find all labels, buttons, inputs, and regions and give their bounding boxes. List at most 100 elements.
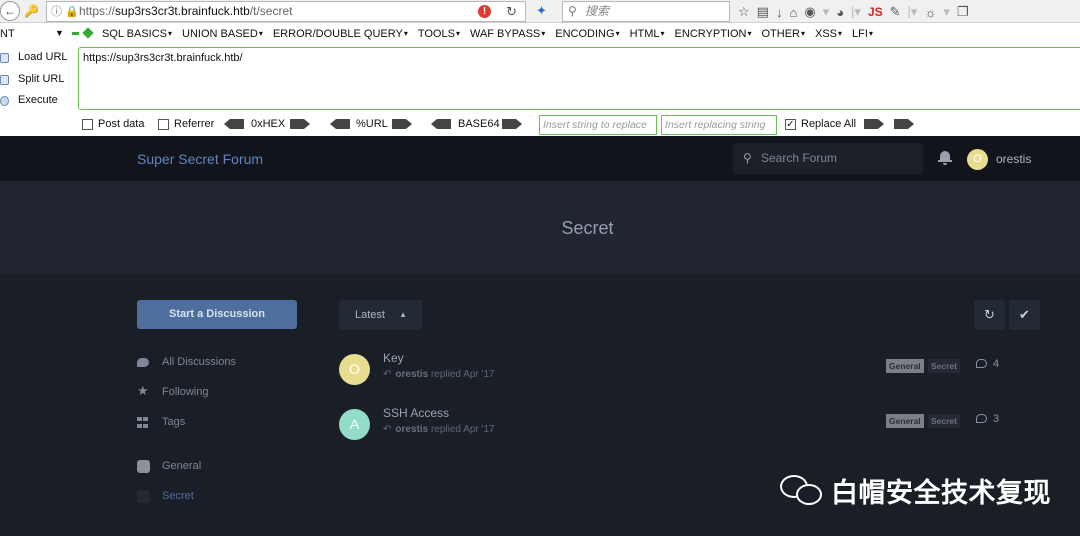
menu-union-based[interactable]: UNION BASED (182, 28, 263, 40)
replacing-string-input[interactable]: Insert replacing string (661, 115, 777, 135)
wechat-logo-icon (780, 473, 824, 507)
tag-color-swatch (137, 460, 150, 473)
author-avatar[interactable]: O (339, 354, 370, 385)
url-prefix: https:// (79, 4, 116, 18)
refresh-button[interactable]: ↻ (974, 300, 1005, 330)
discussion-title[interactable]: Key (383, 351, 404, 365)
browser-search-input[interactable]: ⚲ 搜索 (562, 1, 730, 22)
menu-xss[interactable]: XSS (815, 28, 842, 40)
hackbar-panel: NT ▼ SQL BASICS UNION BASED ERROR/DOUBLE… (0, 23, 1080, 136)
globe-icon[interactable]: ◉ (804, 4, 815, 20)
toolbar-icons: ☆ ▤ ↓ ⌂ ◉ ▾ ◕ |▾ JS ✎ |▾ ☼ ▾ ❐ (738, 4, 969, 20)
menu-sql-basics[interactable]: SQL BASICS (102, 28, 172, 40)
checkmark-icon: ✓ (785, 118, 796, 130)
tag-badge-secret: Secret (928, 414, 960, 428)
menu-lfi[interactable]: LFI (852, 28, 873, 40)
split-url-button[interactable]: Split URL (0, 69, 75, 91)
js-toggle-icon[interactable]: JS (868, 5, 883, 19)
base64-label: BASE64 (458, 118, 500, 130)
referrer-checkbox[interactable]: Referrer (158, 118, 214, 130)
reading-list-icon[interactable]: ▤ (757, 4, 769, 20)
back-button[interactable]: ← (0, 1, 20, 21)
execute-icon (0, 96, 9, 106)
bird-extension-icon[interactable]: ✦ (536, 3, 554, 19)
reload-icon[interactable]: ↻ (506, 2, 517, 21)
discussion-item[interactable]: A SSH Access ↶ orestis replied Apr '17 Ge… (339, 406, 1059, 443)
hackbar-url-textarea[interactable]: https://sup3rs3cr3t.brainfuck.htb/ (78, 47, 1080, 110)
notifications-bell-icon[interactable] (938, 151, 952, 165)
chat-bubble-icon (137, 358, 149, 367)
discussion-item[interactable]: O Key ↶ orestis replied Apr '17 General S… (339, 351, 1059, 388)
hackbar-actions: Load URL Split URL Execute (0, 47, 75, 112)
star-icon: ★ (137, 383, 149, 398)
start-discussion-button[interactable]: Start a Discussion (137, 300, 297, 329)
discussion-meta: ↶ orestis replied Apr '17 (383, 369, 495, 380)
browser-navbar: ← 🔑 ⓘ 🔒https://sup3rs3cr3t.brainfuck.htb/… (0, 0, 1080, 23)
download-icon[interactable]: ↓ (776, 5, 783, 20)
tag-color-swatch (137, 490, 150, 503)
load-url-button[interactable]: Load URL (0, 47, 75, 69)
url-path: /t/secret (249, 4, 293, 18)
chevron-down-icon[interactable]: ▼ (55, 28, 64, 38)
watermark: 白帽安全技术复现 (780, 470, 1051, 510)
user-menu-name[interactable]: orestis (996, 152, 1031, 166)
warning-icon[interactable]: ! (478, 5, 491, 18)
tag-badge-general: General (886, 414, 924, 428)
menu-encoding[interactable]: ENCODING (555, 28, 619, 40)
tag-badge-general: General (886, 359, 924, 373)
menu-tools[interactable]: TOOLS (418, 28, 460, 40)
watermark-text: 白帽安全技术复现 (831, 477, 1051, 508)
palette-icon[interactable]: ◕ (836, 5, 844, 20)
menu-other[interactable]: OTHER (761, 28, 805, 40)
mark-all-read-button[interactable]: ✔ (1009, 300, 1040, 330)
menu-error-double-query[interactable]: ERROR/DOUBLE QUERY (273, 28, 408, 40)
base64-decode-arrow-icon[interactable] (431, 119, 451, 129)
url-decode-arrow-icon[interactable] (330, 119, 350, 129)
hackbar-dropdown[interactable]: NT (0, 28, 15, 40)
lock-icon: 🔒 (65, 6, 79, 18)
replace-all-arrow-icon[interactable] (894, 119, 914, 129)
base64-encode-arrow-icon[interactable] (502, 119, 522, 129)
home-icon[interactable]: ⌂ (789, 5, 797, 20)
replace-all-checkbox[interactable]: ✓ Replace All (785, 118, 856, 130)
tag-hero: Secret (0, 181, 1080, 274)
menu-html[interactable]: HTML (630, 28, 665, 40)
reply-count: 4 (976, 358, 999, 370)
forum-search-input[interactable]: ⚲ Search Forum (733, 143, 923, 174)
execute-button[interactable]: Execute (0, 90, 75, 112)
discussion-meta: ↶ orestis replied Apr '17 (383, 424, 495, 435)
search-icon: ⚲ (568, 4, 577, 18)
window-icon[interactable]: ❐ (957, 4, 969, 20)
user-avatar[interactable]: O (967, 149, 988, 170)
key-icon[interactable]: 🔑 (24, 2, 42, 20)
menu-encryption[interactable]: ENCRYPTION (675, 28, 752, 40)
reply-count: 3 (976, 413, 999, 425)
bookmark-star-icon[interactable]: ☆ (738, 4, 750, 20)
info-icon[interactable]: ⓘ (51, 3, 65, 21)
split-url-icon (0, 74, 9, 85)
tags-grid-icon (137, 417, 151, 429)
replace-string-input[interactable]: Insert string to replace (539, 115, 657, 135)
settings-globe-icon[interactable]: ☼ (924, 5, 936, 20)
pencil-icon[interactable]: ✎ (890, 4, 901, 20)
comment-icon (976, 359, 987, 368)
hex-encode-arrow-icon[interactable] (290, 119, 310, 129)
menu-waf-bypass[interactable]: WAF BYPASS (470, 28, 545, 40)
search-icon: ⚲ (743, 151, 752, 165)
checkmark-icon: ✔ (1019, 307, 1030, 322)
author-avatar[interactable]: A (339, 409, 370, 440)
hex-decode-arrow-icon[interactable] (224, 119, 244, 129)
reply-icon: ↶ (383, 424, 392, 435)
url-encode-arrow-icon[interactable] (392, 119, 412, 129)
post-data-checkbox[interactable]: Post data (82, 118, 144, 130)
reply-icon: ↶ (383, 369, 392, 380)
page-title: Secret (561, 218, 614, 238)
hackbar-toggle-icon[interactable] (72, 27, 94, 39)
replace-arrow-icon[interactable] (864, 119, 884, 129)
discussion-title[interactable]: SSH Access (383, 406, 449, 420)
forum-brand-link[interactable]: Super Secret Forum (137, 151, 263, 167)
sort-dropdown[interactable]: Latest ▲ (339, 300, 422, 330)
load-url-icon (0, 53, 9, 63)
address-bar[interactable]: ⓘ 🔒https://sup3rs3cr3t.brainfuck.htb/t/se… (46, 1, 526, 22)
refresh-icon: ↻ (984, 307, 995, 322)
